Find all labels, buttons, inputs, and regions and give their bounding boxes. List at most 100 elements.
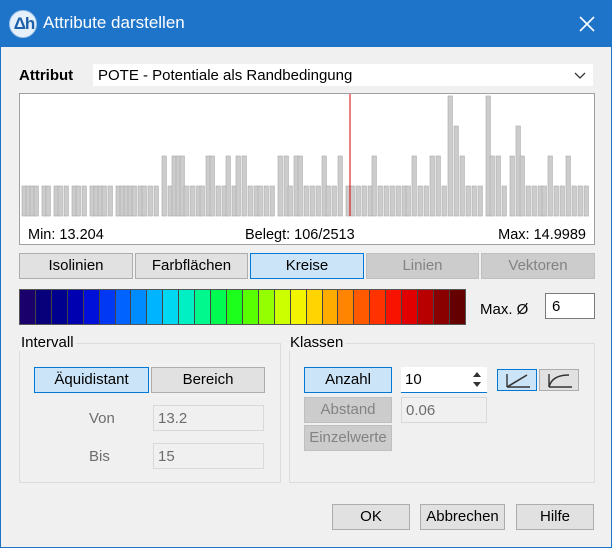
histogram-bar	[81, 185, 87, 217]
histogram-bar	[147, 185, 153, 217]
histogram-bar	[199, 185, 205, 217]
close-icon	[579, 16, 595, 32]
hilfe-button[interactable]: Hilfe	[516, 504, 594, 530]
histogram-bar	[531, 185, 537, 217]
aequidistant-button[interactable]: Äquidistant	[34, 367, 149, 393]
histogram-bar	[131, 185, 137, 217]
log-curve-icon	[548, 374, 572, 388]
tab-isolinien[interactable]: Isolinien	[19, 253, 133, 279]
histogram-bar	[209, 155, 215, 217]
chevron-down-icon	[574, 72, 586, 79]
histogram-bar	[383, 185, 389, 217]
color-swatch	[370, 290, 387, 324]
histogram-bar	[331, 185, 337, 217]
histogram-bar	[325, 185, 331, 217]
max-diameter-input[interactable]: 6	[545, 293, 595, 319]
attribute-select-value: POTE - Potentiale als Randbedingung	[98, 67, 353, 84]
histogram-belegt: Belegt: 106/2513	[245, 227, 355, 243]
histogram-bar	[309, 185, 315, 217]
histogram-bar	[153, 185, 159, 217]
color-swatch	[290, 290, 307, 324]
histogram-bar	[355, 185, 361, 217]
von-field[interactable]: 13.2	[153, 405, 264, 431]
title-bar[interactable]: Δh Attribute darstellen	[1, 1, 611, 47]
histogram-min: Min: 13.204	[28, 227, 104, 243]
histogram-bar	[389, 185, 395, 217]
abstand-field[interactable]: 0.06	[401, 397, 487, 423]
von-label: Von	[89, 410, 115, 427]
histogram-bar	[571, 185, 577, 217]
histogram-max: Max: 14.9989	[498, 227, 586, 243]
linear-scale-button[interactable]	[497, 369, 537, 391]
app-icon: Δh	[9, 10, 37, 38]
abstand-button[interactable]: Abstand	[304, 397, 392, 423]
color-swatch	[242, 290, 259, 324]
window-title: Attribute darstellen	[43, 13, 185, 32]
histogram-bar	[377, 185, 383, 217]
histogram-bar	[371, 155, 377, 217]
tab-linien[interactable]: Linien	[366, 253, 479, 279]
color-swatch	[226, 290, 243, 324]
color-swatch	[418, 290, 434, 324]
histogram-bar	[189, 185, 195, 217]
histogram-bar	[553, 185, 559, 217]
histogram-bar	[349, 185, 355, 217]
ok-button[interactable]: OK	[332, 504, 410, 530]
histogram-bar	[63, 185, 69, 217]
histogram-bar	[525, 185, 531, 217]
histogram-bar	[509, 155, 515, 217]
histogram-bar	[453, 125, 459, 217]
klassen-title: Klassen	[288, 334, 346, 351]
bereich-button[interactable]: Bereich	[151, 367, 265, 393]
histogram-bar	[247, 185, 253, 217]
abbrechen-button[interactable]: Abbrechen	[420, 504, 505, 530]
histogram-bar	[429, 155, 435, 217]
close-button[interactable]	[563, 1, 611, 47]
anzahl-spinner[interactable]: 10	[401, 367, 487, 393]
color-swatch	[35, 290, 52, 324]
histogram-bar	[141, 185, 147, 217]
attribute-select[interactable]: POTE - Potentiale als Randbedingung	[92, 63, 594, 87]
histogram-bar	[57, 185, 63, 217]
histogram-bar	[459, 155, 465, 217]
color-swatch	[179, 290, 196, 324]
histogram-bar	[269, 185, 275, 217]
einzelwerte-button[interactable]: Einzelwerte	[304, 425, 392, 451]
anzahl-button[interactable]: Anzahl	[304, 367, 392, 393]
histogram-bar	[235, 155, 241, 217]
histogram-bar	[559, 185, 565, 217]
histogram-bar	[241, 155, 247, 217]
color-swatch	[67, 290, 84, 324]
color-swatch	[322, 290, 339, 324]
color-swatch	[147, 290, 164, 324]
color-swatch	[306, 290, 323, 324]
histogram-bar	[577, 185, 583, 217]
color-swatch	[386, 290, 403, 324]
histogram-bar	[583, 185, 589, 217]
color-swatch	[99, 290, 116, 324]
color-swatch	[449, 290, 465, 324]
color-swatch	[402, 290, 419, 324]
histogram-bar	[45, 185, 51, 217]
histogram-bar	[107, 185, 113, 217]
bis-field[interactable]: 15	[153, 443, 264, 469]
tab-farbflaechen[interactable]: Farbflächen	[135, 253, 248, 279]
color-swatch	[83, 290, 100, 324]
histogram-bar	[435, 155, 441, 217]
histogram-bar	[519, 155, 525, 217]
color-swatch	[20, 290, 36, 324]
color-swatch	[354, 290, 371, 324]
attribute-label: Attribut	[19, 67, 74, 84]
color-swatch	[131, 290, 148, 324]
histogram-bar	[541, 185, 547, 217]
histogram-bar	[501, 185, 507, 217]
log-scale-button[interactable]	[539, 369, 579, 391]
tab-kreise[interactable]: Kreise	[250, 253, 364, 279]
spinner-arrows-icon[interactable]	[469, 368, 485, 391]
histogram-bar	[75, 185, 81, 217]
histogram-bar	[33, 185, 39, 217]
max-diameter-label: Max. Ø	[480, 301, 529, 318]
histogram-bar	[547, 155, 553, 217]
tab-vektoren[interactable]: Vektoren	[481, 253, 595, 279]
histogram-bar	[161, 155, 167, 217]
